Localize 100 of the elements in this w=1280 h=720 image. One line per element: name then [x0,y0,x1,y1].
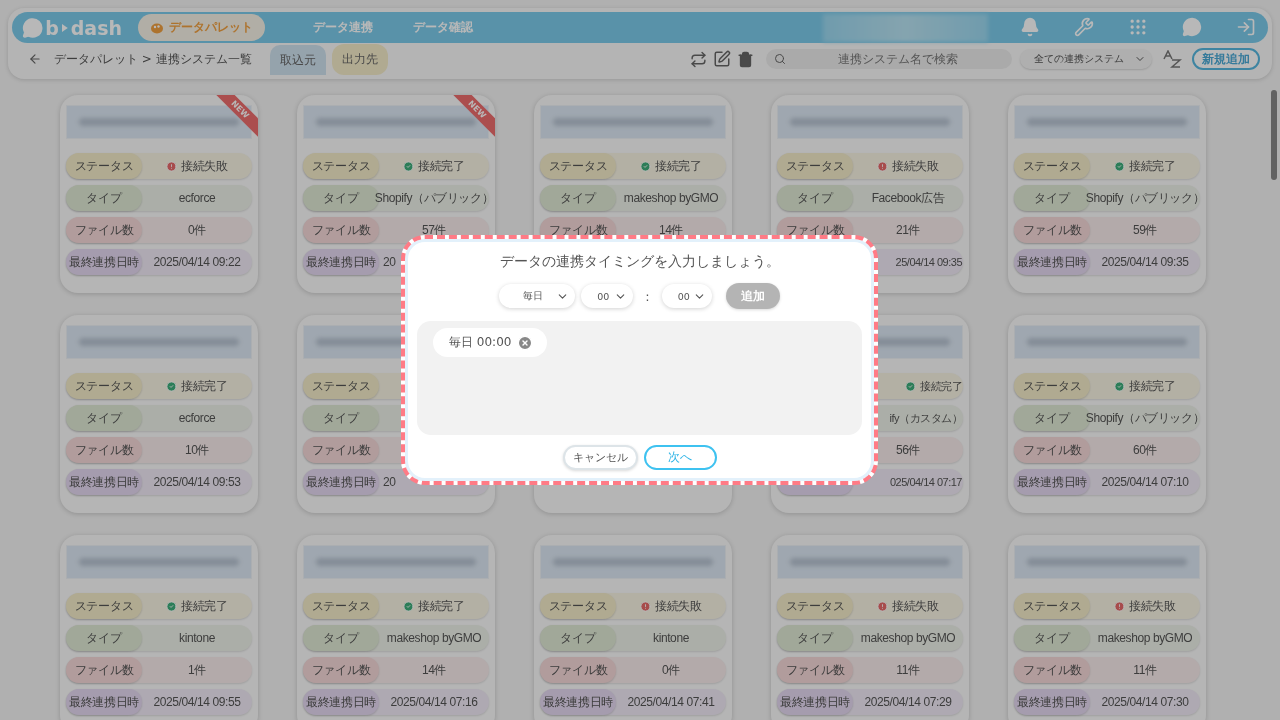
search-field[interactable]: 連携システム名で検索 [766,49,1012,69]
field-label: ステータス [66,153,142,179]
field-label: タイプ [540,185,616,211]
field-value: kintone [179,631,215,645]
field-value: 60件 [1132,441,1158,459]
arrow-icon [60,22,69,33]
field-value: makeshop byGMO [1097,631,1193,645]
field-value: 11件 [1133,661,1157,679]
field-label: ファイル数 [303,217,379,243]
field-value: 59件 [1132,221,1158,239]
field-value: 2025/04/14 09:53 [153,475,241,489]
field-label: ファイル数 [66,217,142,243]
system-card[interactable]: ステータス 接続完了 タイプ kintone ファイル数 1件 最終連携日時 2025/04/14 09:55 [60,535,258,720]
trash-icon[interactable] [737,50,754,68]
field-label: ステータス [1014,153,1090,179]
field-label: タイプ [66,185,142,211]
field-label: ファイル数 [1014,657,1090,683]
field-value: 接続完了 [1129,377,1176,395]
field-value: 接続完了 [418,157,465,175]
field-value: 2025/04/14 07:41 [627,695,715,709]
system-card[interactable]: ステータス 接続失敗 タイプ kintone ファイル数 0件 最終連携日時 2025/04/14 07:41 [534,535,732,720]
field-value: 14件 [421,661,447,679]
field-value: 接続完了 [181,597,228,615]
field-label: ステータス [303,373,379,399]
field-value: 接続失敗 [892,597,939,615]
field-value: ecforce [178,411,216,425]
system-card[interactable]: ステータス 接続完了 タイプ Shopify（パブリック） ファイル数 59件 最終連携日時 2025/04/14 09:35 [1008,95,1206,293]
field-label: 最終連携日時 [66,469,142,495]
field-label: タイプ [66,625,142,651]
field-label: 最終連携日時 [1014,689,1090,715]
field-value: 接続完了 [181,377,228,395]
field-label: ステータス [1014,373,1090,399]
field-label: ファイル数 [303,657,379,683]
field-label: ステータス [303,153,379,179]
sort-az-icon[interactable] [1162,50,1182,68]
field-label: ファイル数 [66,437,142,463]
system-card[interactable]: ステータス 接続完了 タイプ ecforce ファイル数 10件 最終連携日時 2025/04/14 09:53 [60,315,258,513]
field-label: タイプ [777,625,853,651]
tab[interactable]: 取込元 [269,45,326,75]
system-filter-select[interactable]: 全ての連携システム [1020,49,1152,69]
field-value: makeshop byGMO [623,191,719,205]
field-value: 1件 [188,661,206,679]
field-value: 21件 [895,221,921,239]
field-value: 2025/04/14 09:35 [1101,255,1189,269]
logo-text: b [45,16,59,39]
field-label: ステータス [1014,593,1090,619]
field-value: ify（カスタム） [889,410,962,426]
field-value: Shopify（パブリック） [1085,409,1205,427]
field-label: タイプ [66,405,142,431]
field-label: ステータス [66,593,142,619]
field-label: ステータス [777,153,853,179]
field-value: 接続失敗 [655,597,702,615]
field-value: 2025/04/14 07:16 [390,695,478,709]
field-label: ファイル数 [1014,217,1090,243]
field-label: タイプ [777,185,853,211]
field-label: タイプ [303,405,379,431]
tab[interactable]: 出力先 [331,43,388,75]
field-value: 11件 [896,661,920,679]
field-value: 025/04/14 07:17 [889,476,962,488]
field-value: 20 [383,255,396,269]
field-value: makeshop byGMO [860,631,956,645]
field-label: タイプ [1014,625,1090,651]
field-label: 最終連携日時 [1014,249,1090,275]
field-value: 2025/04/14 09:55 [153,695,241,709]
field-value: 接続完了 [920,378,962,394]
field-value: ecforce [178,191,216,205]
field-value: 接続完了 [418,597,465,615]
system-card[interactable]: ステータス 接続完了 タイプ Shopify（パブリック） ファイル数 60件 最終連携日時 2025/04/14 07:10 [1008,315,1206,513]
field-value: 0件 [662,661,680,679]
remove-icon[interactable] [517,334,534,351]
field-value: 接続失敗 [181,157,228,175]
system-card[interactable]: ステータス 接続失敗 タイプ makeshop byGMO ファイル数 11件 最終連携日時 2025/04/14 07:29 [771,535,969,720]
field-label: 最終連携日時 [66,249,142,275]
edit-icon[interactable] [713,50,731,68]
field-label: ステータス [540,153,616,179]
field-label: ファイル数 [66,657,142,683]
field-label: ファイル数 [777,657,853,683]
field-value: 14件 [658,221,684,239]
field-value: 20 [383,475,396,489]
field-label: 最終連携日時 [303,249,379,275]
field-value: Shopify（パブリック） [374,189,494,207]
field-label: ファイル数 [540,657,616,683]
back-icon[interactable] [28,52,42,66]
minute-select[interactable]: 00 [661,284,712,308]
field-value: 2025/04/14 07:29 [864,695,952,709]
field-value: 10件 [184,441,210,459]
day-select[interactable]: 毎日 [499,284,576,308]
field-label: ファイル数 [1014,437,1090,463]
search-icon [774,53,786,65]
field-value: kintone [653,631,689,645]
repeat-icon[interactable] [690,50,707,68]
field-value: 56件 [895,441,921,459]
system-card[interactable]: ステータス 接続失敗 タイプ makeshop byGMO ファイル数 11件 最終連携日時 2025/04/14 07:30 [1008,535,1206,720]
scrollbar[interactable] [1271,90,1277,180]
field-label: ファイル数 [303,437,379,463]
system-card[interactable]: ステータス 接続完了 タイプ makeshop byGMO ファイル数 14件 最終連携日時 2025/04/14 07:16 [297,535,495,720]
cancel-button[interactable]: キャンセル [562,445,638,470]
field-value: 0件 [188,221,206,239]
field-label: タイプ [540,625,616,651]
hour-select[interactable]: 00 [581,284,634,308]
